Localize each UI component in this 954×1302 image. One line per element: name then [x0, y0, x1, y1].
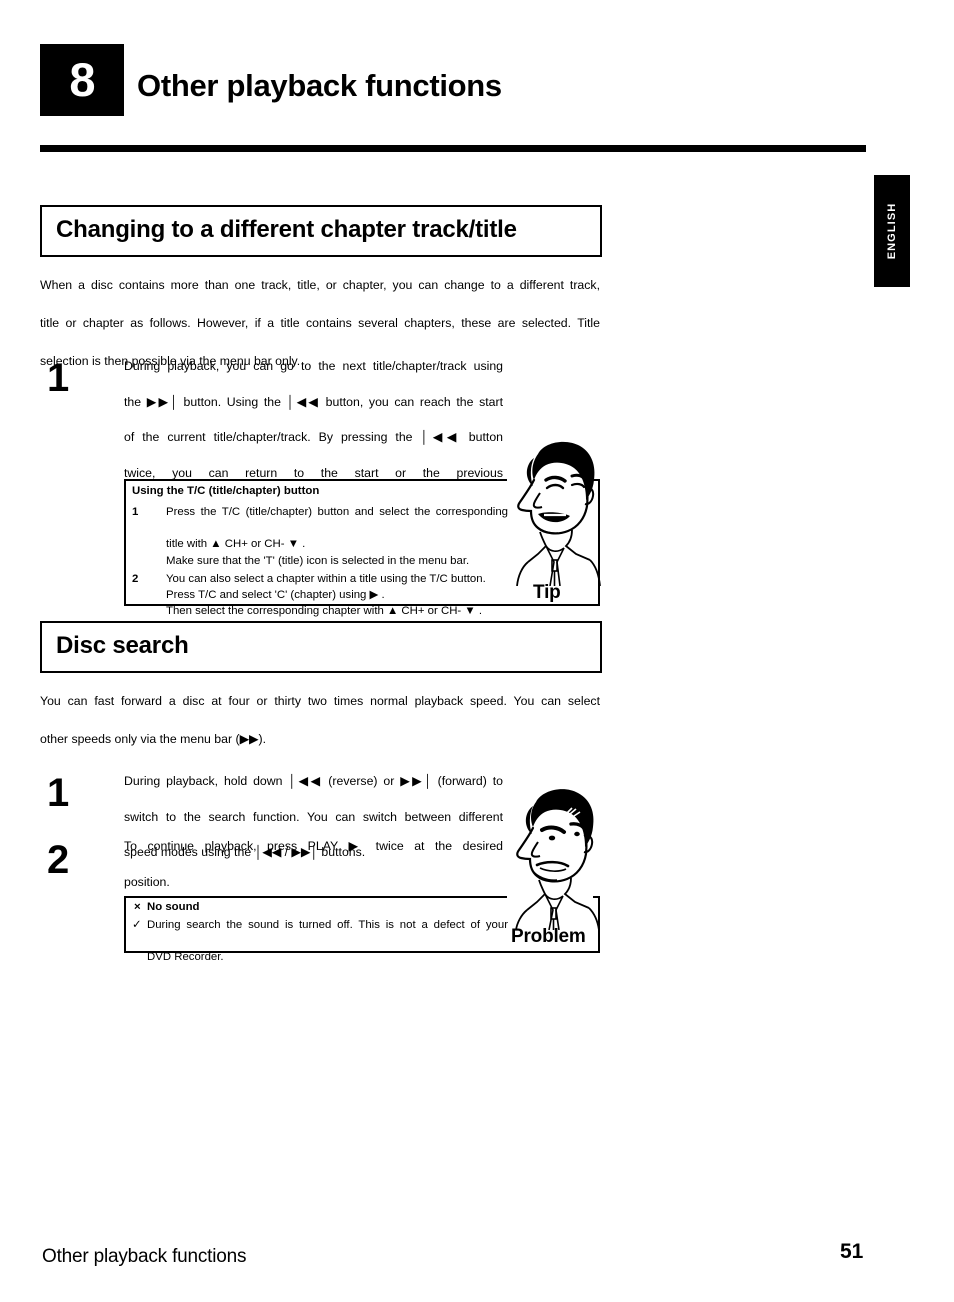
tip-item: 2 You can also select a chapter within a…	[132, 571, 508, 620]
section-1-intro: When a disc contains more than one track…	[40, 276, 600, 371]
tip-item-line: Then select the corresponding chapter wi…	[166, 605, 482, 618]
section-heading-chapter-track-title: Changing to a different chapter track/ti…	[40, 205, 602, 257]
intro-line: You can fast forward a disc at four or t…	[40, 694, 600, 708]
tip-callout-title: Using the T/C (title/chapter) button	[132, 485, 320, 497]
language-tab-label: ENGLISH	[886, 202, 898, 260]
problem-cross-icon: ×	[134, 901, 141, 913]
tip-item-marker: 2	[132, 572, 139, 585]
step-line: of the current title/chapter/track. By p…	[124, 430, 503, 445]
tip-mascot	[500, 436, 604, 586]
step-number: 1	[47, 356, 69, 400]
tip-item-line: You can also select a chapter within a t…	[166, 572, 486, 585]
footer-title: Other playback functions	[42, 1246, 247, 1267]
footer-page-number: 51	[840, 1240, 864, 1263]
tip-label: Tip	[533, 582, 561, 603]
step-line: the ▶▶│ button. Using the │◀◀ button, yo…	[124, 394, 503, 409]
section-heading-disc-search: Disc search	[40, 621, 602, 673]
problem-mascot-frowning-face-icon	[515, 789, 600, 930]
problem-callout-content: × No sound ✓ During search the sound is …	[132, 901, 508, 966]
step-line: To continue playback, press PLAY ▶ twice…	[124, 839, 503, 853]
tip-item-line: Press T/C and select 'C' (chapter) using…	[166, 589, 385, 602]
step-line: During playback, hold down │◀◀ (reverse)…	[124, 774, 503, 788]
intro-line: other speeds only via the menu bar (▶▶).	[40, 732, 267, 746]
tip-mascot-smiling-face-icon	[516, 441, 601, 586]
intro-line: title or chapter as follows. However, if…	[40, 316, 600, 330]
problem-label: Problem	[511, 926, 586, 947]
header-rule	[40, 145, 866, 152]
page-title: Other playback functions	[137, 68, 502, 103]
step-line: During playback, you can go to the next …	[124, 359, 503, 373]
chapter-header: 8 Other playback functions	[40, 44, 866, 152]
tip-item-line: Press the T/C (title/chapter) button and…	[166, 506, 508, 518]
tip-item-marker: 1	[132, 506, 139, 518]
problem-mascot	[500, 782, 604, 930]
tip-callout-content: Using the T/C (title/chapter) button 1 P…	[132, 485, 508, 621]
section-heading-label: Changing to a different chapter track/ti…	[56, 216, 517, 243]
step-number: 2	[47, 838, 69, 882]
section-heading-label: Disc search	[56, 632, 189, 659]
problem-item: ✓ During search the sound is turned off.…	[132, 917, 508, 966]
problem-item-line: DVD Recorder.	[147, 951, 224, 964]
intro-line: When a disc contains more than one track…	[40, 278, 600, 292]
problem-callout-title: × No sound	[132, 901, 508, 913]
tip-item: 1 Press the T/C (title/chapter) button a…	[132, 504, 508, 569]
language-tab: ENGLISH	[874, 175, 910, 287]
tip-item-line: title with ▲ CH+ or CH- ▼ .	[166, 538, 306, 551]
problem-check-icon: ✓	[132, 919, 142, 931]
tip-item-line: Make sure that the 'T' (title) icon is s…	[166, 554, 470, 567]
chapter-number-badge: 8	[40, 44, 124, 116]
step-line: position.	[124, 874, 170, 889]
step-number: 1	[47, 771, 69, 815]
problem-callout-title-label: No sound	[147, 901, 200, 913]
section-2-intro: You can fast forward a disc at four or t…	[40, 692, 600, 749]
step-body: To continue playback, press PLAY ▶ twice…	[124, 838, 503, 891]
problem-item-line: During search the sound is turned off. T…	[147, 919, 508, 931]
